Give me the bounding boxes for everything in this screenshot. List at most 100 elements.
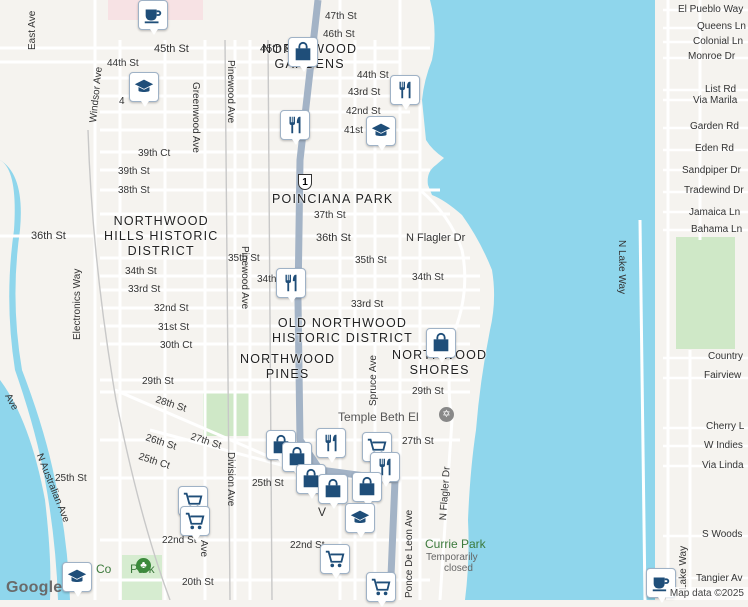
road-label: Eden Rd [695, 143, 734, 154]
graduation-cap-icon [67, 569, 87, 583]
street-label-ave: Ave [198, 540, 209, 558]
marker-school[interactable] [129, 72, 159, 107]
poi-currie-park[interactable]: Currie Park [425, 537, 486, 551]
shopping-bag-icon [433, 332, 449, 352]
us-route-1-shield: 1 [298, 174, 312, 190]
map-attribution[interactable]: Map data ©2025 [665, 587, 748, 600]
street-label: 43rd St [348, 87, 381, 98]
street-label: 20th St [182, 577, 214, 588]
street-label: 45th St [154, 43, 189, 55]
poi-park-label[interactable]: Co [96, 562, 111, 576]
marker-shopping[interactable] [426, 328, 456, 363]
street-label-pinewood-ave: Pinewood Ave [225, 60, 236, 124]
street-label: 34th St [125, 266, 157, 277]
coffee-cup-icon [144, 9, 162, 24]
street-label: 39th Ct [138, 148, 171, 159]
street-label-pinewood-ave-2: Pinewood Ave [239, 246, 250, 310]
street-label: 38th St [118, 185, 150, 196]
street-label: 37th St [314, 210, 346, 221]
road-label: Queens Ln [697, 21, 746, 32]
shopping-bag-icon [295, 41, 311, 61]
street-label: 33rd St [351, 299, 384, 310]
street-label-n-flagler: N Flagler Dr [406, 232, 466, 244]
marker-grocery[interactable] [366, 572, 396, 607]
street-label: 29th St [142, 376, 174, 387]
street-label: 32nd St [154, 303, 189, 314]
street-label-greenwood-ave: Greenwood Ave [190, 82, 201, 153]
street-label-east-ave: East Ave [27, 10, 38, 50]
marker-school[interactable] [62, 562, 92, 597]
marker-shopping[interactable] [352, 472, 382, 507]
marker-school[interactable] [345, 503, 375, 538]
road-label: Tradewind Dr [684, 185, 744, 196]
road-label: List Rd [705, 84, 737, 95]
street-label: 33rd St [128, 284, 161, 295]
graduation-cap-icon [134, 79, 154, 93]
shopping-bag-icon [359, 476, 375, 496]
marker-school[interactable] [366, 116, 396, 151]
marker-shopping[interactable] [318, 474, 348, 509]
street-label: 47th St [325, 11, 357, 22]
marker-restaurant[interactable] [276, 268, 306, 303]
street-label-lake-way: Lake Way [678, 545, 689, 590]
shopping-bag-icon [325, 478, 341, 498]
graduation-cap-icon [371, 123, 391, 137]
street-label-electronics-way: Electronics Way [72, 268, 83, 340]
street-label: 36th St [31, 230, 66, 242]
road-label: Cherry L [706, 421, 745, 432]
poi-status: Temporarily [426, 552, 478, 563]
marker-grocery[interactable] [320, 544, 350, 579]
road-label: Jamaica Ln [689, 207, 741, 218]
road-label: Via Marila [693, 95, 738, 106]
poi-status-2: closed [444, 563, 473, 574]
road-label: S Woods [702, 529, 743, 540]
road-label: Garden Rd [690, 121, 739, 132]
road-label: Tangier Av [696, 573, 743, 584]
street-label: 46th St [323, 29, 355, 40]
road-label: Bahama Ln [691, 224, 743, 235]
road-label: El Pueblo Way [678, 4, 744, 15]
street-label-spruce-ave: Spruce Ave [368, 355, 379, 406]
street-label: 27th St [402, 436, 434, 447]
street-label: 44th St [357, 70, 389, 81]
street-label: 30th Ct [160, 340, 193, 351]
fork-knife-icon [285, 274, 297, 292]
street-label-n-lake-way: N Lake Way [616, 240, 627, 295]
street-label-v: V [318, 505, 327, 519]
neighborhood-old-northwood: OLD NORTHWOOD HISTORIC DISTRICT [272, 316, 414, 345]
tree-icon: ♣ [136, 558, 151, 573]
road-label: Colonial Ln [693, 36, 744, 47]
street-label: 4 [119, 96, 125, 107]
marker-cafe[interactable] [138, 0, 168, 35]
star-of-david-icon: ✡ [439, 407, 454, 422]
google-logo[interactable]: Google [6, 579, 62, 597]
shopping-cart-icon [371, 578, 391, 596]
neighborhood-poinciana-park: POINCIANA PARK [272, 192, 394, 206]
street-label: 44th St [107, 58, 139, 69]
marker-restaurant[interactable] [280, 110, 310, 145]
marker-restaurant[interactable] [316, 428, 346, 463]
street-label: 35th St [355, 255, 387, 266]
neighborhood-northwood-pines: NORTHWOOD PINES [240, 352, 336, 381]
road-label: Via Linda [702, 460, 744, 471]
street-label: 39th St [118, 166, 150, 177]
street-label: 25th St [55, 473, 87, 484]
street-label: 36th St [316, 232, 351, 244]
marker-grocery[interactable] [180, 506, 210, 541]
road-label: Country [708, 351, 744, 362]
graduation-cap-icon [350, 510, 370, 524]
fork-knife-icon [325, 434, 337, 452]
poi-temple-beth-el[interactable]: Temple Beth El [338, 410, 419, 424]
street-label-division-ave: Division Ave [225, 452, 236, 507]
street-label: 31st St [158, 322, 190, 333]
shopping-cart-icon [325, 550, 345, 568]
marker-restaurant[interactable] [390, 75, 420, 110]
street-label-ponce-de-leon-ave: Ponce De Leon Ave [404, 509, 415, 598]
marker-shopping[interactable] [288, 37, 318, 72]
road-label: Monroe Dr [688, 51, 736, 62]
street-label: 29th St [412, 386, 444, 397]
road-label: Sandpiper Dr [682, 165, 741, 176]
road-label: Fairview [704, 370, 742, 381]
street-label: 25th St [252, 478, 284, 489]
fork-knife-icon [399, 81, 411, 99]
